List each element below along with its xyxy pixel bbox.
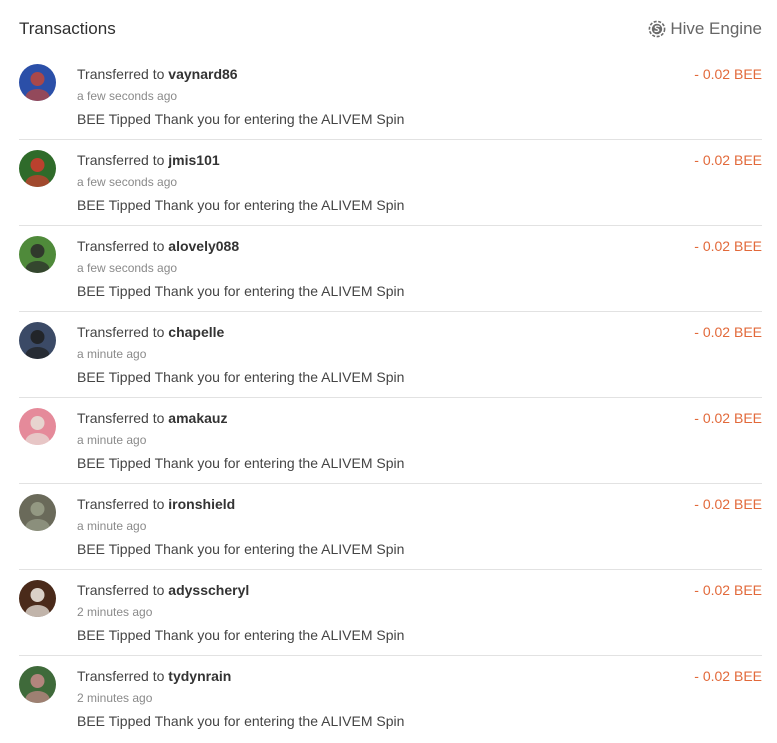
source-label: Hive Engine [670, 19, 762, 38]
transfer-amount: - 0.02 BEE [694, 582, 762, 598]
transfer-memo: BEE Tipped Thank you for entering the AL… [77, 627, 405, 643]
transfer-description: Transferred to jmis101 [77, 152, 220, 168]
transfer-memo: BEE Tipped Thank you for entering the AL… [77, 369, 405, 385]
transfer-prefix: Transferred to [77, 66, 165, 82]
timestamp: a few seconds ago [77, 261, 178, 275]
timestamp: 2 minutes ago [77, 691, 153, 705]
transfer-memo: BEE Tipped Thank you for entering the AL… [77, 541, 405, 557]
timestamp: a minute ago [77, 347, 147, 361]
recipient-username[interactable]: vaynard86 [168, 66, 237, 82]
transfer-amount: - 0.02 BEE [694, 66, 762, 82]
transaction-row[interactable]: Transferred to jmis101 a few seconds ago B… [19, 140, 762, 226]
timestamp: a minute ago [77, 519, 147, 533]
avatar[interactable] [19, 408, 56, 445]
transaction-row[interactable]: Transferred to ironshield a minute ago BEE… [19, 484, 762, 570]
transaction-row[interactable]: Transferred to adysscheryl 2 minutes ago B… [19, 570, 762, 656]
avatar[interactable] [19, 236, 56, 273]
recipient-username[interactable]: ironshield [168, 496, 235, 512]
timestamp: a few seconds ago [77, 89, 178, 103]
transfer-amount: - 0.02 BEE [694, 410, 762, 426]
transaction-row[interactable]: Transferred to alovely088 a few seconds a… [19, 226, 762, 312]
transfer-memo: BEE Tipped Thank you for entering the AL… [77, 713, 405, 729]
transfer-description: Transferred to chapelle [77, 324, 224, 340]
transaction-row[interactable]: Transferred to tydynrain 2 minutes ago BEE… [19, 656, 762, 742]
transfer-prefix: Transferred to [77, 324, 165, 340]
recipient-username[interactable]: chapelle [168, 324, 224, 340]
avatar[interactable] [19, 322, 56, 359]
recipient-username[interactable]: jmis101 [168, 152, 219, 168]
timestamp: 2 minutes ago [77, 605, 153, 619]
recipient-username[interactable]: adysscheryl [168, 582, 249, 598]
transfer-amount: - 0.02 BEE [694, 152, 762, 168]
transfer-description: Transferred to tydynrain [77, 668, 231, 684]
transaction-list: Transferred to vaynard86 a few seconds ag… [19, 54, 762, 742]
avatar[interactable] [19, 64, 56, 101]
transfer-prefix: Transferred to [77, 668, 165, 684]
transfer-prefix: Transferred to [77, 582, 165, 598]
avatar[interactable] [19, 666, 56, 703]
transaction-row[interactable]: Transferred to vaynard86 a few seconds ag… [19, 54, 762, 140]
transfer-amount: - 0.02 BEE [694, 496, 762, 512]
avatar[interactable] [19, 150, 56, 187]
timestamp: a minute ago [77, 433, 147, 447]
transfer-memo: BEE Tipped Thank you for entering the AL… [77, 455, 405, 471]
transfer-description: Transferred to adysscheryl [77, 582, 249, 598]
transaction-row[interactable]: Transferred to chapelle a minute ago BEE T… [19, 312, 762, 398]
transfer-memo: BEE Tipped Thank you for entering the AL… [77, 283, 405, 299]
avatar[interactable] [19, 494, 56, 531]
transfer-prefix: Transferred to [77, 410, 165, 426]
panel-title: Transactions [19, 19, 116, 38]
transfer-memo: BEE Tipped Thank you for entering the AL… [77, 111, 405, 127]
hive-engine-logo-icon [648, 20, 666, 38]
transfer-prefix: Transferred to [77, 496, 165, 512]
recipient-username[interactable]: amakauz [168, 410, 227, 426]
recipient-username[interactable]: tydynrain [168, 668, 231, 684]
transfer-prefix: Transferred to [77, 238, 165, 254]
source-link[interactable]: Hive Engine [648, 19, 762, 39]
recipient-username[interactable]: alovely088 [168, 238, 239, 254]
panel-header: Transactions Hive Engine [19, 17, 762, 41]
avatar[interactable] [19, 580, 56, 617]
transaction-row[interactable]: Transferred to amakauz a minute ago BEE Ti… [19, 398, 762, 484]
timestamp: a few seconds ago [77, 175, 178, 189]
transfer-description: Transferred to ironshield [77, 496, 235, 512]
transfer-description: Transferred to alovely088 [77, 238, 239, 254]
transfer-description: Transferred to amakauz [77, 410, 227, 426]
transactions-panel: Transactions Hive Engine Transferred to … [0, 0, 777, 743]
transfer-amount: - 0.02 BEE [694, 238, 762, 254]
transfer-amount: - 0.02 BEE [694, 324, 762, 340]
transfer-description: Transferred to vaynard86 [77, 66, 238, 82]
transfer-prefix: Transferred to [77, 152, 165, 168]
transfer-memo: BEE Tipped Thank you for entering the AL… [77, 197, 405, 213]
transfer-amount: - 0.02 BEE [694, 668, 762, 684]
